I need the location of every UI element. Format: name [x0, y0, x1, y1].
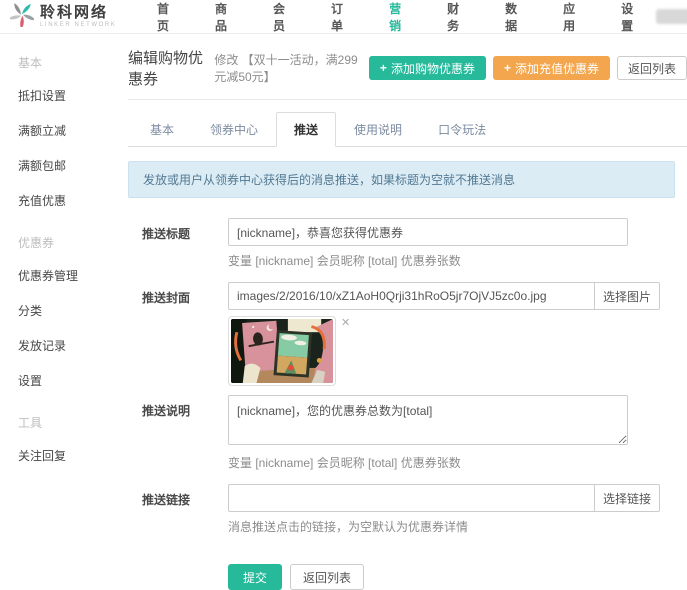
submit-button[interactable]: 提交: [228, 564, 282, 590]
tab-coupon-center[interactable]: 领券中心: [192, 112, 276, 147]
sidebar-section-basic: 基本: [18, 54, 112, 71]
remove-image-icon[interactable]: ✕: [341, 316, 350, 329]
brand-pinwheel-icon: [10, 3, 34, 30]
cover-image-preview[interactable]: [228, 316, 336, 386]
main-content: 编辑购物优惠券 修改 【双十一活动，满299元减50元】 + 添加购物优惠券 +…: [112, 34, 687, 524]
sidebar-section-tools: 工具: [18, 414, 112, 431]
select-link-button[interactable]: 选择链接: [594, 484, 660, 512]
plus-icon: +: [380, 61, 387, 75]
sidebar-item-follow-reply[interactable]: 关注回复: [18, 438, 112, 473]
back-to-list-button-top[interactable]: 返回列表: [617, 56, 687, 80]
page-title: 编辑购物优惠券: [128, 47, 207, 89]
sidebar-section-coupon: 优惠券: [18, 234, 112, 251]
select-image-button[interactable]: 选择图片: [594, 282, 660, 310]
tab-basic[interactable]: 基本: [132, 112, 192, 147]
sidebar-item-full-discount[interactable]: 满额立减: [18, 113, 112, 148]
sidebar: 基本 抵扣设置 满额立减 满额包邮 充值优惠 优惠券 优惠券管理 分类 发放记录…: [0, 34, 112, 524]
brand-logo[interactable]: 聆科网络 LINKER NETWORK: [10, 3, 134, 30]
sidebar-item-issue-records[interactable]: 发放记录: [18, 328, 112, 363]
header-divider: [128, 99, 687, 100]
sidebar-item-full-free-shipping[interactable]: 满额包邮: [18, 148, 112, 183]
sidebar-item-categories[interactable]: 分类: [18, 293, 112, 328]
push-title-help: 变量 [nickname] 会员昵称 [total] 优惠券张数: [228, 252, 628, 269]
push-title-input[interactable]: [228, 218, 628, 246]
plus-icon: +: [504, 61, 511, 75]
top-navbar: 聆科网络 LINKER NETWORK 首页 商品 会员 订单 营销 财务 数据…: [0, 0, 687, 34]
push-cover-input[interactable]: [228, 282, 594, 310]
sidebar-item-coupon-management[interactable]: 优惠券管理: [18, 258, 112, 293]
sidebar-item-deduction-settings[interactable]: 抵扣设置: [18, 78, 112, 113]
sidebar-item-settings[interactable]: 设置: [18, 363, 112, 398]
brand-name: 聆科网络: [40, 5, 116, 21]
tab-instructions[interactable]: 使用说明: [336, 112, 420, 147]
add-recharge-coupon-button[interactable]: + 添加充值优惠券: [493, 56, 610, 80]
add-shopping-coupon-button[interactable]: + 添加购物优惠券: [369, 56, 486, 80]
push-desc-help: 变量 [nickname] 会员昵称 [total] 优惠券张数: [228, 454, 628, 471]
info-alert: 发放或用户从领券中心获得后的消息推送，如果标题为空就不推送消息: [128, 161, 675, 198]
add-shopping-coupon-label: 添加购物优惠券: [391, 60, 475, 77]
push-link-label: 推送链接: [142, 484, 228, 548]
push-cover-label: 推送封面: [142, 282, 228, 395]
user-name-redacted: [656, 9, 687, 24]
push-link-input[interactable]: [228, 484, 594, 512]
tab-password-play[interactable]: 口令玩法: [420, 112, 504, 147]
page-subtitle: 修改 【双十一活动，满299元减50元】: [214, 51, 369, 85]
tab-push[interactable]: 推送: [276, 112, 336, 147]
page-header: 编辑购物优惠券 修改 【双十一活动，满299元减50元】 + 添加购物优惠券 +…: [128, 34, 687, 99]
cover-illustration: [231, 319, 333, 383]
push-desc-label: 推送说明: [142, 395, 228, 484]
brand-subtitle: LINKER NETWORK: [40, 22, 116, 28]
sidebar-item-recharge-offer[interactable]: 充值优惠: [18, 183, 112, 218]
user-menu[interactable]: ▾: [656, 9, 687, 24]
push-desc-textarea[interactable]: [nickname]，您的优惠券总数为[total]: [228, 395, 628, 445]
push-title-label: 推送标题: [142, 218, 228, 282]
back-to-list-button-bottom[interactable]: 返回列表: [290, 564, 364, 590]
coupon-tabs: 基本 领券中心 推送 使用说明 口令玩法: [128, 112, 687, 147]
add-recharge-coupon-label: 添加充值优惠券: [515, 60, 599, 77]
push-link-help: 消息推送点击的链接，为空默认为优惠券详情: [228, 518, 660, 535]
push-settings-form: 推送标题 变量 [nickname] 会员昵称 [total] 优惠券张数 推送…: [128, 218, 687, 590]
